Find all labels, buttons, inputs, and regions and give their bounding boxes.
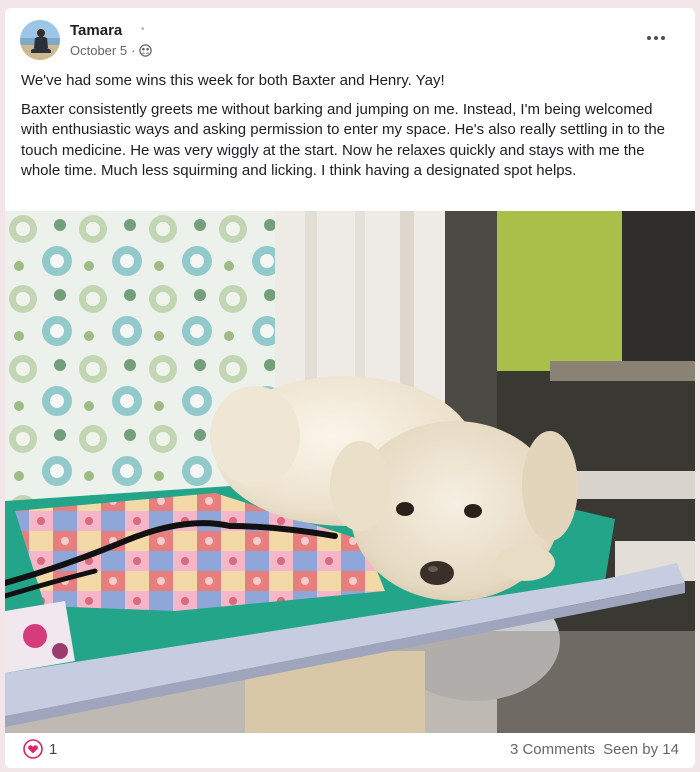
group-audience-icon[interactable]	[139, 44, 153, 57]
more-options-icon[interactable]	[644, 29, 668, 47]
white-dog-on-quilt-photo[interactable]	[5, 211, 695, 733]
post-meta: October 5 ·	[70, 43, 153, 58]
post-paragraph: Baxter consistently greets me without ba…	[21, 100, 666, 180]
seen-by-link[interactable]: Seen by 14	[603, 741, 679, 758]
author-separator-dot: •	[141, 24, 145, 35]
post-header: Tamara • October 5 ·	[20, 20, 680, 64]
comments-link[interactable]: 3 Comments	[510, 741, 595, 758]
post-paragraph: We've had some wins this week for both B…	[21, 72, 445, 89]
heart-icon[interactable]	[23, 739, 43, 759]
like-count[interactable]: 1	[49, 741, 57, 758]
post-card: Tamara • October 5 · We've had some wins…	[5, 8, 695, 768]
post-date[interactable]: October 5	[70, 43, 127, 58]
post-body: We've had some wins this week for both B…	[21, 71, 679, 190]
post-footer: 1 3 Comments Seen by 14	[5, 733, 695, 768]
avatar[interactable]	[20, 20, 60, 60]
meta-separator: ·	[131, 43, 136, 58]
author-name[interactable]: Tamara	[70, 22, 122, 39]
